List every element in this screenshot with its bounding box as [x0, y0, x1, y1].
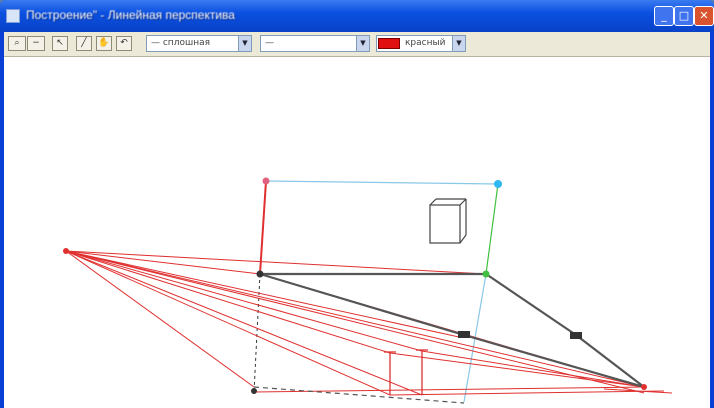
- color-swatch: [378, 38, 400, 49]
- point-top-right: [494, 180, 502, 188]
- point-mid-left: [256, 270, 264, 278]
- maximize-button[interactable]: □: [674, 6, 694, 26]
- cube-icon: [429, 198, 467, 244]
- point-bottom-left: [251, 388, 257, 394]
- marker-right: [570, 332, 582, 339]
- drawing-canvas[interactable]: [4, 57, 710, 408]
- app-window: Построение" - Линейная перспектива _ □ ✕…: [0, 0, 714, 408]
- point-mid-right: [482, 270, 490, 278]
- line-width-select[interactable]: — ▼: [260, 35, 370, 52]
- undo-icon[interactable]: ↶: [116, 36, 132, 51]
- right-vertical-line: [485, 183, 499, 275]
- marker-center: [458, 331, 470, 338]
- left-dashed-vertical: [253, 273, 261, 393]
- color-value: красный: [405, 38, 446, 48]
- point-vanishing-left: [63, 248, 69, 254]
- line-style-value: — сплошная: [151, 38, 211, 48]
- line-width-value: —: [265, 38, 274, 48]
- app-icon: [6, 9, 20, 23]
- minimize-button[interactable]: _: [654, 6, 674, 26]
- perspective-drawing: [63, 177, 673, 404]
- top-edge-line: [265, 180, 499, 185]
- chevron-down-icon: ▼: [452, 36, 465, 51]
- window-title: Построение" - Линейная перспектива: [26, 8, 235, 22]
- line-icon[interactable]: ╱: [76, 36, 92, 51]
- point-vanishing-right: [641, 384, 647, 390]
- zoom-out-icon[interactable]: −: [27, 36, 45, 51]
- toolbar: ⌕ − ↖ ╱ ✋ ↶ — сплошная ▼ — ▼ красный ▼: [4, 32, 710, 57]
- close-button[interactable]: ✕: [694, 6, 714, 26]
- left-vertical-line: [259, 180, 267, 275]
- title-bar[interactable]: Построение" - Линейная перспектива _ □ ✕: [0, 0, 714, 32]
- point-top-left: [262, 177, 270, 185]
- zoom-icon[interactable]: ⌕: [8, 36, 26, 51]
- line-style-select[interactable]: — сплошная ▼: [146, 35, 252, 52]
- chevron-down-icon: ▼: [356, 36, 369, 51]
- hand-icon[interactable]: ✋: [96, 36, 112, 51]
- pointer-icon[interactable]: ↖: [52, 36, 68, 51]
- chevron-down-icon: ▼: [238, 36, 251, 51]
